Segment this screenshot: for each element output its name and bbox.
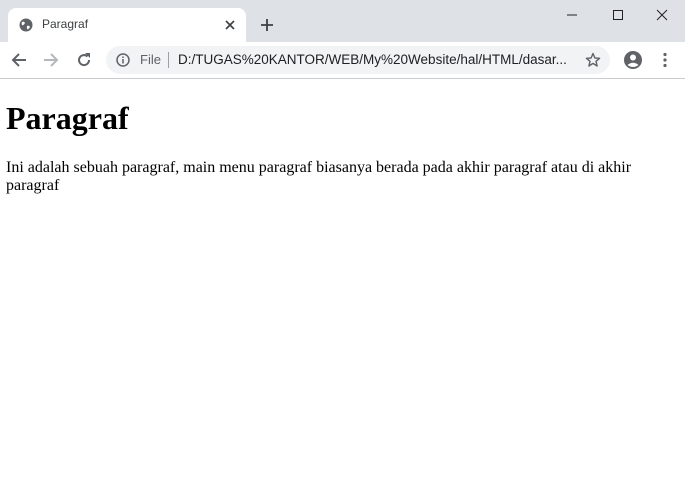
browser-toolbar: File D:/TUGAS%20KANTOR/WEB/My%20Website/… (0, 42, 685, 79)
star-icon[interactable] (583, 50, 603, 70)
plus-icon[interactable] (256, 14, 278, 36)
tab-title: Paragraf (42, 17, 89, 31)
globe-icon (19, 18, 33, 32)
tab-strip: Paragraf (0, 0, 685, 42)
page-content: Paragraf Ini adalah sebuah paragraf, mai… (0, 79, 685, 487)
maximize-icon[interactable] (595, 0, 641, 30)
browser-tab[interactable]: Paragraf (8, 8, 246, 42)
minimize-icon[interactable] (549, 0, 595, 30)
address-bar[interactable]: File D:/TUGAS%20KANTOR/WEB/My%20Website/… (106, 46, 610, 74)
close-icon[interactable] (222, 17, 238, 33)
info-icon[interactable] (116, 53, 130, 67)
url-text[interactable]: D:/TUGAS%20KANTOR/WEB/My%20Website/hal/H… (178, 52, 570, 67)
more-vertical-icon[interactable] (653, 48, 677, 72)
page-paragraph: Ini adalah sebuah paragraf, main menu pa… (6, 159, 632, 194)
window-close-icon[interactable] (639, 0, 685, 30)
back-arrow-icon[interactable] (7, 48, 31, 72)
omnibox-divider (168, 52, 169, 68)
page-heading: Paragraf (6, 100, 129, 136)
forward-arrow-icon[interactable] (39, 48, 63, 72)
reload-icon[interactable] (72, 48, 96, 72)
scheme-label: File (140, 52, 161, 67)
account-circle-icon[interactable] (621, 48, 645, 72)
